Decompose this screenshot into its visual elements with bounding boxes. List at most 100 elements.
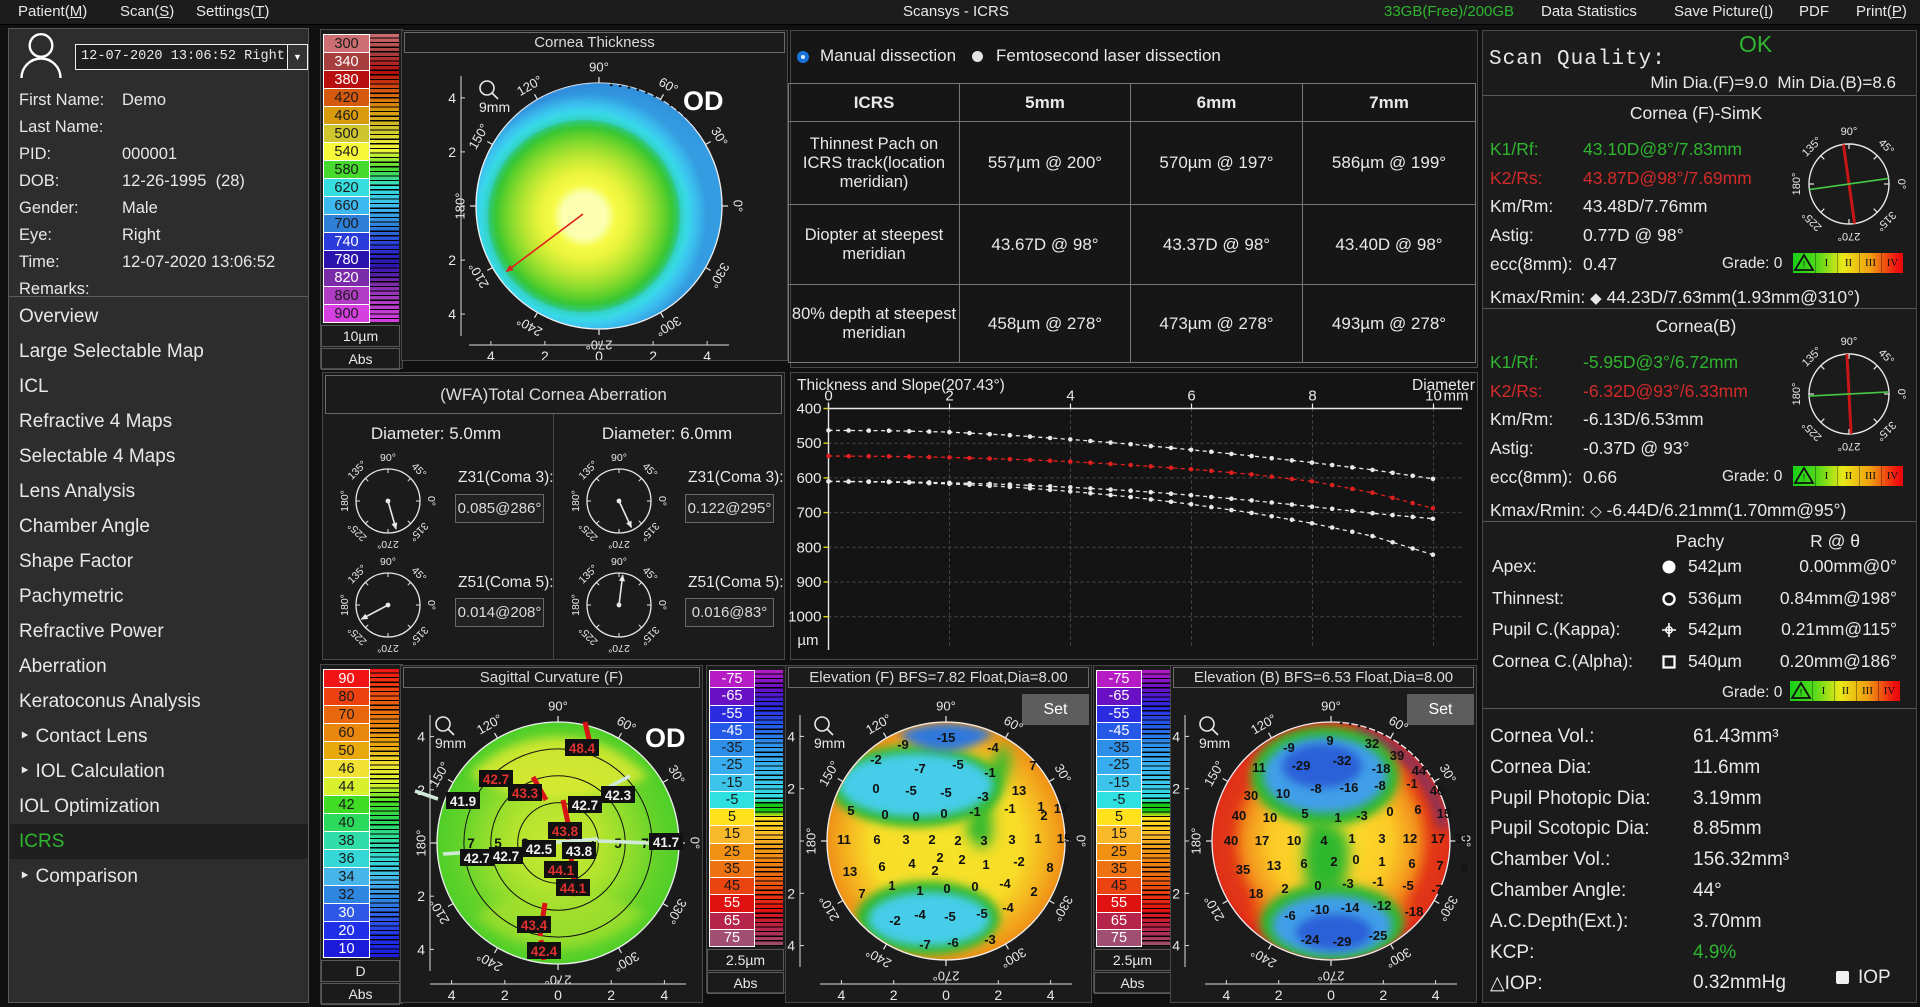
svg-text:-5: -5 <box>940 785 952 800</box>
svg-text:4: 4 <box>787 728 795 744</box>
svg-text:mm: mm <box>1444 388 1469 405</box>
svg-text:45°: 45° <box>640 565 660 585</box>
svg-text:4: 4 <box>787 938 795 954</box>
svg-text:-10: -10 <box>1311 902 1330 917</box>
svg-text:60°: 60° <box>656 74 681 97</box>
svg-text:2: 2 <box>1281 881 1288 896</box>
svg-text:4: 4 <box>661 987 669 1003</box>
svg-text:0: 0 <box>881 807 888 822</box>
svg-text:2: 2 <box>501 987 509 1003</box>
svg-text:4: 4 <box>417 941 425 957</box>
svg-text:7: 7 <box>467 836 475 851</box>
svg-text:6: 6 <box>1300 856 1307 871</box>
svg-text:10: 10 <box>1425 388 1442 405</box>
svg-text:-4: -4 <box>914 907 926 922</box>
svg-text:30°: 30° <box>1052 761 1075 786</box>
svg-text:180°: 180° <box>803 828 818 855</box>
svg-text:15: 15 <box>1437 806 1451 821</box>
svg-text:-4: -4 <box>987 740 999 755</box>
svg-text:2: 2 <box>958 852 965 867</box>
svg-text:0°: 0° <box>1074 835 1089 847</box>
svg-text:240°: 240° <box>863 945 894 971</box>
svg-text:0: 0 <box>1327 987 1335 1003</box>
svg-text:90°: 90° <box>1841 336 1858 348</box>
svg-text:180°: 180° <box>413 830 428 857</box>
svg-text:4: 4 <box>448 306 456 322</box>
svg-text:43.8: 43.8 <box>552 824 579 839</box>
svg-text:90°: 90° <box>936 698 956 713</box>
svg-text:0°: 0° <box>425 496 437 506</box>
svg-text:7: 7 <box>1436 858 1443 873</box>
svg-text:0: 0 <box>554 987 562 1003</box>
svg-text:270°: 270° <box>608 642 630 654</box>
svg-text:0°: 0° <box>1895 179 1907 190</box>
svg-text:4: 4 <box>703 348 711 360</box>
svg-text:31: 31 <box>1455 831 1469 846</box>
svg-text:46: 46 <box>1430 783 1444 798</box>
svg-text:4: 4 <box>908 856 916 871</box>
svg-text:-6: -6 <box>1284 908 1296 923</box>
svg-text:180°: 180° <box>1791 173 1803 196</box>
svg-text:OD: OD <box>645 723 686 753</box>
svg-text:43.8: 43.8 <box>566 844 593 859</box>
svg-text:0°: 0° <box>731 200 746 212</box>
svg-text:-8: -8 <box>1310 781 1322 796</box>
svg-text:2: 2 <box>890 987 898 1003</box>
svg-text:!: ! <box>1803 473 1806 483</box>
svg-text:90°: 90° <box>380 452 396 464</box>
svg-text:-3: -3 <box>977 789 989 804</box>
svg-text:!: ! <box>1803 260 1806 270</box>
svg-text:180°: 180° <box>339 490 351 512</box>
svg-text:2: 2 <box>1379 987 1387 1003</box>
svg-text:-9: -9 <box>897 737 909 752</box>
svg-text:-14: -14 <box>1341 900 1361 915</box>
svg-text:-5: -5 <box>944 909 956 924</box>
svg-text:-1: -1 <box>1372 874 1384 889</box>
svg-text:4: 4 <box>487 348 495 360</box>
svg-text:4: 4 <box>1172 728 1180 744</box>
svg-text:6: 6 <box>1408 856 1415 871</box>
svg-text:42.7: 42.7 <box>483 772 509 787</box>
svg-text:270°: 270° <box>377 538 399 550</box>
svg-text:-25: -25 <box>1369 928 1388 943</box>
svg-text:-7: -7 <box>914 761 926 776</box>
svg-text:2: 2 <box>1330 854 1337 869</box>
svg-text:45°: 45° <box>409 565 429 585</box>
svg-text:1: 1 <box>1348 831 1355 846</box>
svg-text:18: 18 <box>1249 886 1263 901</box>
svg-text:90°: 90° <box>380 556 396 568</box>
svg-text:4: 4 <box>1223 987 1231 1003</box>
svg-text:300°: 300° <box>1383 945 1414 971</box>
svg-text:180°: 180° <box>339 594 351 616</box>
svg-text:90°: 90° <box>1321 698 1341 713</box>
svg-text:300°: 300° <box>998 945 1029 971</box>
svg-text:-3: -3 <box>1356 808 1368 823</box>
svg-text:2: 2 <box>931 863 938 878</box>
svg-text:4: 4 <box>417 729 425 745</box>
svg-text:180°: 180° <box>452 193 467 220</box>
svg-text:270°: 270° <box>608 538 630 550</box>
svg-text:10: 10 <box>1276 786 1290 801</box>
svg-text:330°: 330° <box>1050 893 1076 924</box>
svg-text:0°: 0° <box>425 600 437 610</box>
svg-text:2: 2 <box>1172 781 1180 797</box>
svg-text:2: 2 <box>787 885 795 901</box>
svg-text:2: 2 <box>649 348 657 360</box>
svg-text:30°: 30° <box>665 762 688 787</box>
svg-text:0: 0 <box>940 806 947 821</box>
svg-text:90°: 90° <box>1841 126 1858 138</box>
svg-text:4: 4 <box>838 987 846 1003</box>
svg-text:7: 7 <box>1029 758 1036 773</box>
svg-text:60°: 60° <box>1386 713 1411 736</box>
svg-text:1: 1 <box>1378 854 1385 869</box>
svg-text:0: 0 <box>942 987 950 1003</box>
svg-text:-29: -29 <box>1333 934 1352 949</box>
svg-text:120°: 120° <box>1248 711 1279 737</box>
svg-text:120°: 120° <box>514 72 545 98</box>
svg-text:35: 35 <box>1236 862 1250 877</box>
svg-text:7: 7 <box>858 886 865 901</box>
svg-text:-9: -9 <box>1283 740 1295 755</box>
svg-text:1: 1 <box>1334 810 1341 825</box>
svg-text:330°: 330° <box>706 260 732 291</box>
svg-text:0: 0 <box>971 879 978 894</box>
